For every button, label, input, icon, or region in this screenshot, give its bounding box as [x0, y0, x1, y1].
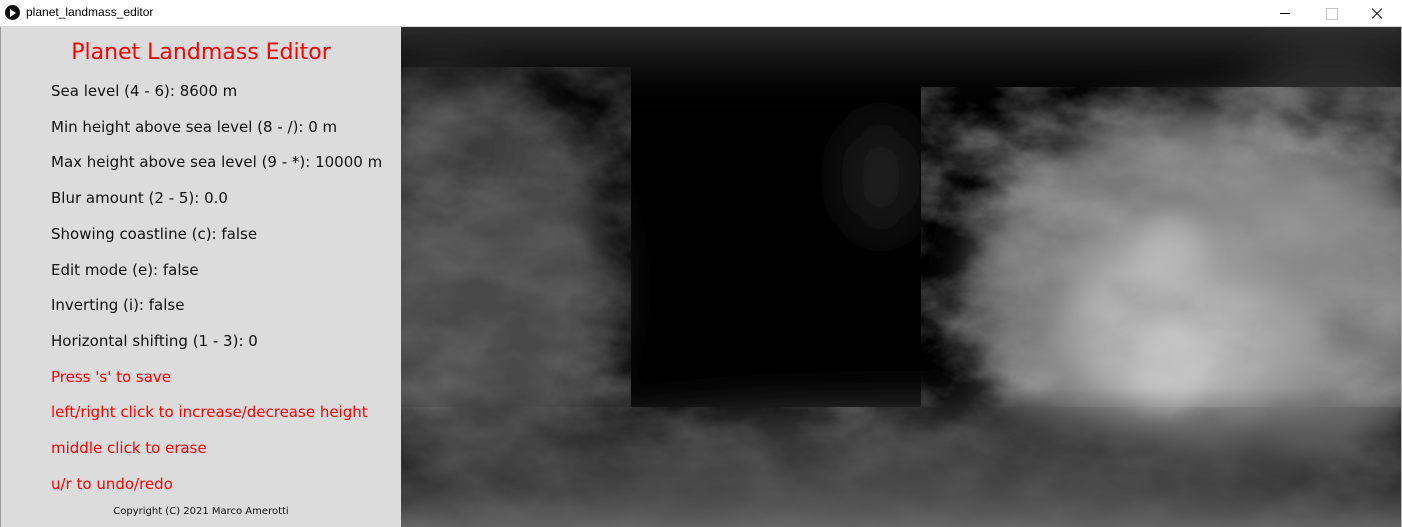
- save-hint: Press 's' to save: [51, 368, 172, 386]
- edit-mode-setting: Edit mode (e): false: [51, 261, 199, 279]
- play-circle-icon: [5, 5, 20, 20]
- undo-redo-hint: u/r to undo/redo: [51, 475, 173, 493]
- sea-level-setting: Sea level (4 - 6): 8600 m: [51, 82, 238, 100]
- min-height-setting: Min height above sea level (8 - /): 0 m: [51, 118, 338, 136]
- panel-title: Planet Landmass Editor: [71, 40, 331, 65]
- title-bar: planet_landmass_editor: [0, 0, 1402, 27]
- heightmap-canvas[interactable]: [401, 27, 1401, 527]
- minimize-icon[interactable]: [1262, 0, 1308, 27]
- inverting-setting: Inverting (i): false: [51, 296, 185, 314]
- maximize-icon[interactable]: [1308, 0, 1354, 27]
- coastline-setting: Showing coastline (c): false: [51, 225, 258, 243]
- settings-panel: Planet Landmass Editor Sea level (4 - 6)…: [1, 27, 401, 527]
- blur-amount-setting: Blur amount (2 - 5): 0.0: [51, 189, 228, 207]
- horizontal-shift-setting: Horizontal shifting (1 - 3): 0: [51, 332, 258, 350]
- close-icon[interactable]: [1354, 0, 1400, 27]
- copyright-text: Copyright (C) 2021 Marco Amerotti: [113, 506, 289, 517]
- window-title: planet_landmass_editor: [26, 5, 154, 19]
- max-height-setting: Max height above sea level (9 - *): 1000…: [51, 153, 383, 171]
- erase-hint: middle click to erase: [51, 439, 207, 457]
- click-height-hint: left/right click to increase/decrease he…: [51, 403, 368, 421]
- heightmap-image: [401, 27, 1401, 527]
